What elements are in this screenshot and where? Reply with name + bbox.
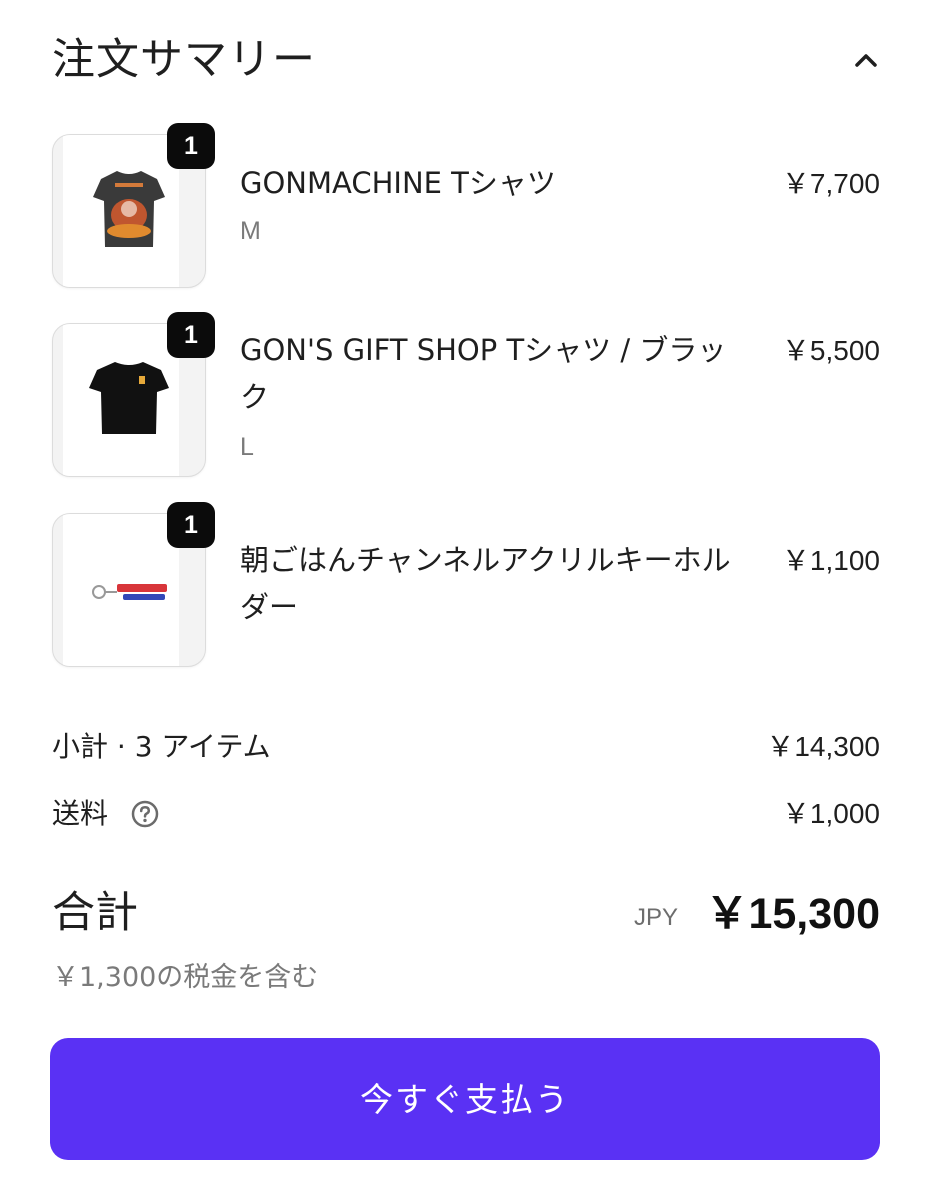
line-item: 1 朝ごはんチャンネルアクリルキーホルダー ￥1,100	[52, 502, 880, 673]
line-item: 1 GONMACHINE Tシャツ M ￥7,700	[52, 123, 880, 294]
total-label: 合計	[52, 888, 138, 938]
quantity-badge: 1	[167, 502, 215, 548]
pay-now-button[interactable]: 今すぐ支払う	[50, 1038, 880, 1160]
shipping-row: 送料 ￥1,000	[52, 792, 880, 836]
item-variant: M	[240, 217, 261, 245]
subtotal-label: 小計 · 3 アイテム	[52, 730, 271, 763]
item-name: GONMACHINE Tシャツ	[240, 166, 556, 200]
shipping-label: 送料	[52, 797, 109, 830]
tax-note: ￥1,300の税金を含む	[52, 962, 319, 993]
item-name: 朝ごはんチャンネルアクリルキーホルダー	[240, 543, 731, 624]
total-currency: JPY	[633, 904, 678, 931]
chevron-up-icon[interactable]	[852, 47, 880, 73]
item-price: ￥5,500	[781, 335, 880, 366]
order-summary-header[interactable]: 注文サマリー	[52, 30, 880, 90]
shipping-value: ￥1,000	[781, 798, 880, 829]
line-item: 1 GON'S GIFT SHOP Tシャツ / ブラック L ￥5,500	[52, 312, 880, 483]
item-variant: L	[240, 433, 254, 461]
item-name: GON'S GIFT SHOP Tシャツ / ブラック	[240, 333, 727, 414]
quantity-badge: 1	[167, 123, 215, 169]
item-price: ￥1,100	[781, 545, 880, 576]
order-summary-title: 注文サマリー	[52, 35, 316, 85]
total-value: ￥15,300	[705, 890, 880, 938]
question-circle-icon[interactable]	[131, 800, 159, 828]
item-price: ￥7,700	[781, 168, 880, 199]
subtotal-row: 小計 · 3 アイテム ￥14,300	[52, 725, 880, 769]
quantity-badge: 1	[167, 312, 215, 358]
subtotal-value: ￥14,300	[766, 731, 880, 762]
